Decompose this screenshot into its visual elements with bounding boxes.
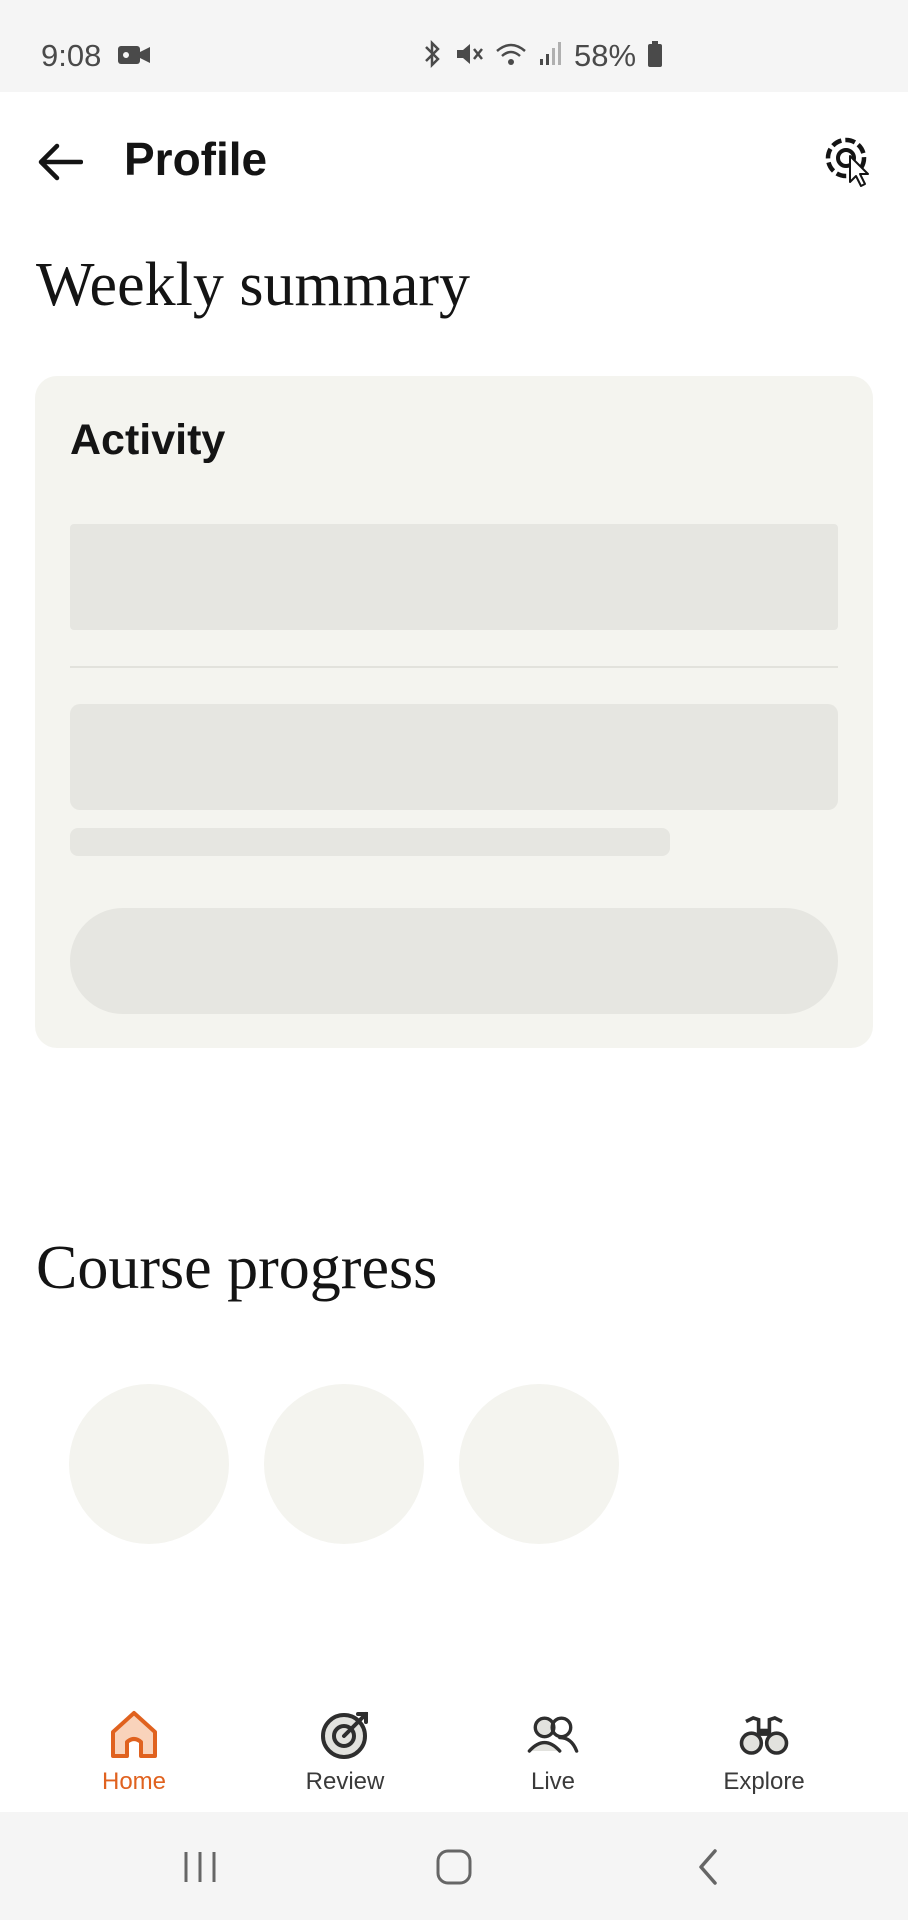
nav-home-label: Home — [101, 1768, 167, 1795]
nav-review[interactable]: Review — [265, 1708, 425, 1808]
binoculars-icon — [739, 1715, 789, 1755]
course-progress-placeholder — [69, 1384, 229, 1544]
wifi-icon — [494, 39, 528, 74]
system-back-button[interactable] — [678, 1842, 738, 1892]
skeleton-block — [70, 524, 838, 630]
nav-explore[interactable]: Explore — [684, 1708, 844, 1808]
video-camera-icon — [118, 44, 150, 66]
battery-percent: 58% — [574, 38, 637, 73]
nav-live[interactable]: Live — [473, 1708, 633, 1808]
nav-explore-label: Explore — [723, 1768, 805, 1795]
bluetooth-icon — [420, 39, 444, 74]
nav-review-label: Review — [305, 1768, 385, 1795]
weekly-summary-title: Weekly summary — [36, 251, 471, 319]
people-icon — [527, 1716, 579, 1753]
home-circle-icon — [436, 1849, 472, 1885]
recent-apps-button[interactable] — [170, 1842, 230, 1892]
target-icon — [321, 1712, 368, 1759]
battery-icon — [646, 39, 664, 74]
course-progress-title: Course progress — [36, 1234, 438, 1302]
back-button[interactable] — [30, 132, 90, 192]
mute-icon — [454, 39, 484, 74]
signal-icon — [538, 39, 564, 74]
skeleton-block — [70, 704, 838, 810]
settings-button[interactable] — [815, 128, 879, 192]
course-progress-placeholder — [459, 1384, 619, 1544]
home-icon — [111, 1711, 157, 1758]
activity-title: Activity — [70, 416, 226, 464]
gear-icon — [825, 137, 869, 187]
page-title: Profile — [124, 133, 268, 185]
nav-home[interactable]: Home — [54, 1708, 214, 1808]
skeleton-button — [70, 908, 838, 1014]
bottom-nav: Home Review Live Explore — [0, 1688, 908, 1812]
status-bar: 9:08 58% — [0, 0, 908, 92]
course-progress-placeholder — [264, 1384, 424, 1544]
arrow-left-icon — [38, 143, 83, 181]
activity-card: Activity — [35, 376, 873, 1048]
status-icons: 58% — [420, 38, 664, 74]
nav-live-label: Live — [530, 1768, 576, 1795]
app-header: Profile — [0, 92, 908, 227]
system-nav-bar — [0, 1812, 908, 1920]
recent-apps-icon — [184, 1852, 216, 1882]
skeleton-line — [70, 828, 670, 856]
home-button[interactable] — [424, 1842, 484, 1892]
divider — [70, 666, 838, 668]
status-time: 9:08 — [41, 38, 102, 73]
chevron-left-icon — [699, 1849, 717, 1885]
